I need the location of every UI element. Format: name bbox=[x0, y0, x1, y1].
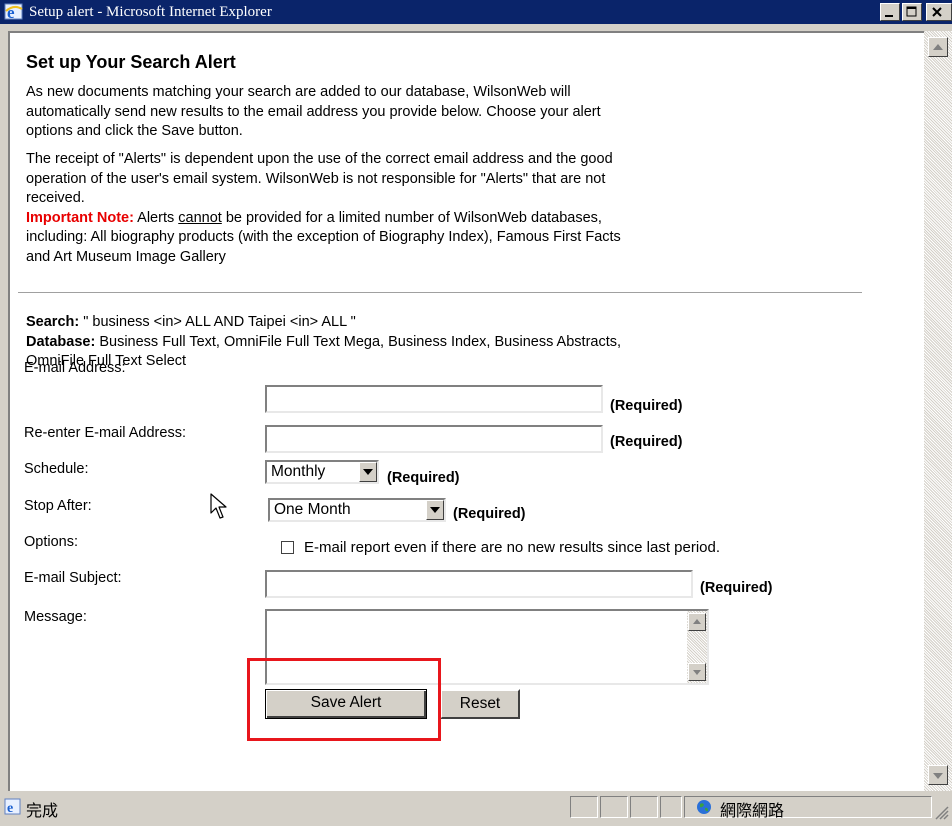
important-label: Important Note: bbox=[26, 209, 134, 226]
ie-icon: e bbox=[4, 798, 22, 816]
close-button[interactable] bbox=[926, 3, 952, 21]
database-label: Database: bbox=[26, 333, 96, 350]
close-icon bbox=[932, 7, 942, 17]
message-scrollbar[interactable] bbox=[687, 611, 707, 683]
divider bbox=[18, 292, 862, 293]
maximize-button[interactable] bbox=[902, 3, 922, 21]
important-text: Alerts bbox=[133, 209, 179, 226]
stop-after-value: One Month bbox=[274, 501, 351, 518]
status-bar: e 完成 網際網路 bbox=[0, 791, 952, 823]
intro-line: options and click the Save button. bbox=[26, 123, 243, 139]
resize-grip[interactable] bbox=[934, 805, 950, 821]
ie-icon: e bbox=[4, 2, 24, 22]
scroll-up-icon[interactable] bbox=[928, 37, 948, 57]
intro-line: automatically send new results to the em… bbox=[26, 103, 601, 120]
receipt-line: operation of the user's email system. Wi… bbox=[26, 170, 606, 187]
search-query: " business <in> ALL AND Taipei <in> ALL … bbox=[79, 314, 356, 330]
dropdown-arrow-icon[interactable] bbox=[359, 462, 377, 482]
svg-text:e: e bbox=[7, 3, 15, 22]
page-scrollbar[interactable] bbox=[924, 31, 952, 791]
database-line: Database: Business Full Text, OmniFile F… bbox=[26, 333, 876, 353]
title-bar: e Setup alert - Microsoft Internet Explo… bbox=[0, 0, 952, 24]
page-content: Set up Your Search Alert As new document… bbox=[8, 31, 924, 791]
subject-input[interactable] bbox=[265, 570, 693, 598]
no-results-checkbox-label: E-mail report even if there are no new r… bbox=[304, 539, 721, 556]
status-cell bbox=[600, 796, 628, 818]
database-list: OmniFile Full Text Select bbox=[26, 353, 187, 369]
important-note: Important Note: Alerts cannot be provide… bbox=[26, 209, 876, 229]
minimize-icon bbox=[885, 15, 893, 17]
required-text: (Required) bbox=[610, 398, 683, 414]
intro-line: As new documents matching your search ar… bbox=[26, 84, 571, 100]
important-text: be provided for a limited number of Wils… bbox=[221, 209, 602, 226]
intro-paragraph: As new documents matching your search ar… bbox=[26, 83, 876, 142]
mouse-cursor-icon bbox=[210, 493, 230, 526]
minimize-button[interactable] bbox=[880, 3, 900, 21]
schedule-select[interactable]: Monthly bbox=[265, 460, 379, 484]
scroll-up-icon[interactable] bbox=[688, 613, 706, 631]
schedule-value: Monthly bbox=[271, 463, 326, 480]
subject-label: E-mail Subject: bbox=[24, 570, 122, 586]
globe-icon bbox=[696, 799, 712, 815]
options-label: Options: bbox=[24, 534, 78, 550]
important-cannot: cannot bbox=[178, 209, 222, 226]
required-text: (Required) bbox=[453, 506, 526, 522]
search-line: Search: " business <in> ALL AND Taipei <… bbox=[26, 313, 876, 333]
database-list: Business Full Text, OmniFile Full Text M… bbox=[95, 333, 622, 350]
search-label: Search: bbox=[26, 314, 80, 330]
no-results-checkbox[interactable] bbox=[281, 541, 294, 554]
required-text: (Required) bbox=[387, 470, 460, 486]
reset-button[interactable]: Reset bbox=[440, 689, 520, 719]
schedule-label: Schedule: bbox=[24, 461, 89, 477]
status-cell bbox=[660, 796, 682, 818]
stop-after-label: Stop After: bbox=[24, 498, 92, 514]
reenter-email-label: Re-enter E-mail Address: bbox=[24, 425, 186, 441]
important-line: including: All biography products (with … bbox=[26, 229, 621, 245]
page-title: Set up Your Search Alert bbox=[26, 52, 236, 72]
receipt-line: The receipt of "Alerts" is dependent upo… bbox=[26, 151, 613, 167]
stop-after-select[interactable]: One Month bbox=[268, 498, 446, 522]
receipt-paragraph: The receipt of "Alerts" is dependent upo… bbox=[26, 150, 876, 267]
status-cell bbox=[570, 796, 598, 818]
highlight-annotation bbox=[247, 658, 441, 741]
scroll-down-icon[interactable] bbox=[688, 663, 706, 681]
search-summary: Search: " business <in> ALL AND Taipei <… bbox=[26, 313, 876, 372]
status-cell bbox=[630, 796, 658, 818]
important-line: and Art Museum Image Gallery bbox=[26, 248, 226, 265]
scroll-down-icon[interactable] bbox=[928, 765, 948, 785]
status-text: 完成 bbox=[26, 801, 59, 820]
receipt-line: received. bbox=[26, 190, 85, 206]
dropdown-arrow-icon[interactable] bbox=[426, 500, 444, 520]
window-title: Setup alert - Microsoft Internet Explore… bbox=[29, 4, 272, 20]
reenter-email-input[interactable] bbox=[265, 425, 603, 453]
maximize-icon bbox=[906, 6, 917, 17]
required-text: (Required) bbox=[610, 434, 683, 450]
svg-text:e: e bbox=[7, 801, 13, 816]
message-label: Message: bbox=[24, 609, 87, 625]
email-input[interactable] bbox=[265, 385, 603, 413]
email-label: E-mail Address: bbox=[24, 360, 126, 376]
required-text: (Required) bbox=[700, 580, 773, 596]
zone-text: 網際網路 bbox=[720, 801, 785, 820]
